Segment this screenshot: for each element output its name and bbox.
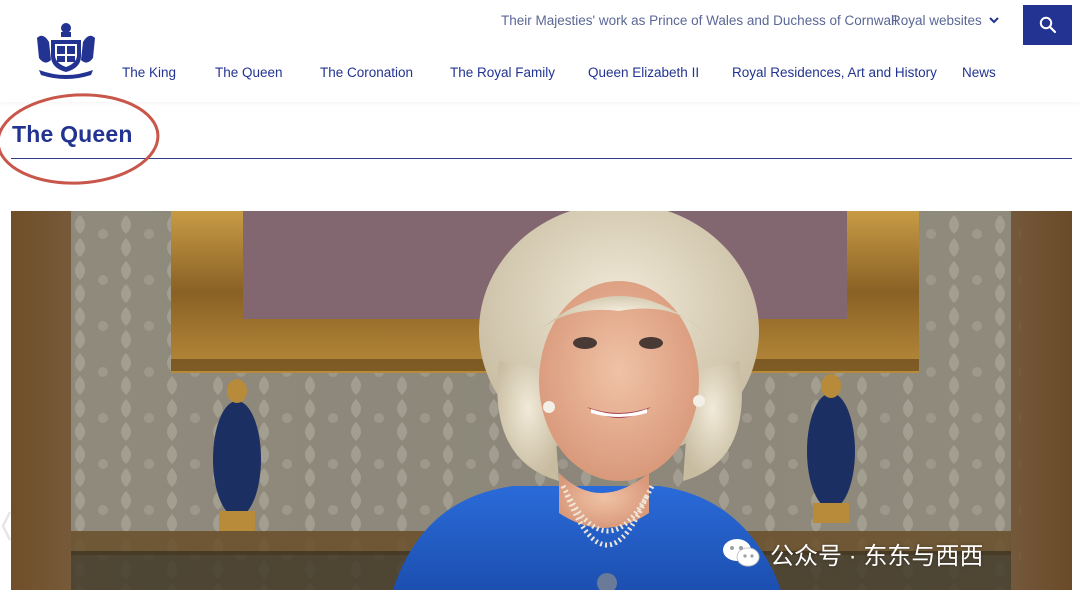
royal-crest-icon[interactable] [33, 20, 99, 80]
majesties-work-link[interactable]: Their Majesties' work as Prince of Wales… [501, 13, 897, 28]
nav-item-news[interactable]: News [962, 65, 996, 80]
nav-item-the-coronation[interactable]: The Coronation [320, 65, 413, 80]
wechat-icon [723, 539, 760, 567]
site-header: Their Majesties' work as Prince of Wales… [0, 0, 1080, 102]
search-button[interactable] [1023, 5, 1072, 45]
search-icon [1039, 16, 1056, 34]
annotation-ellipse [0, 93, 160, 185]
nav-item-queen-elizabeth-ii[interactable]: Queen Elizabeth II [588, 65, 699, 80]
nav-item-the-royal-family[interactable]: The Royal Family [450, 65, 555, 80]
carousel-prev-icon[interactable] [0, 508, 12, 544]
watermark-text: 公众号 · 东东与西西 [770, 542, 984, 570]
hero-portrait-image [11, 211, 1072, 590]
nav-item-the-king[interactable]: The King [122, 65, 176, 80]
royal-websites-label: Royal websites [891, 13, 982, 28]
nav-item-the-queen[interactable]: The Queen [215, 65, 283, 80]
chevron-down-icon [989, 17, 999, 24]
royal-websites-dropdown[interactable]: Royal websites [891, 13, 1000, 28]
title-divider [11, 158, 1072, 159]
nav-item-royal-residences[interactable]: Royal Residences, Art and History [732, 65, 937, 80]
wechat-watermark: 公众号 · 东东与西西 [722, 536, 983, 570]
